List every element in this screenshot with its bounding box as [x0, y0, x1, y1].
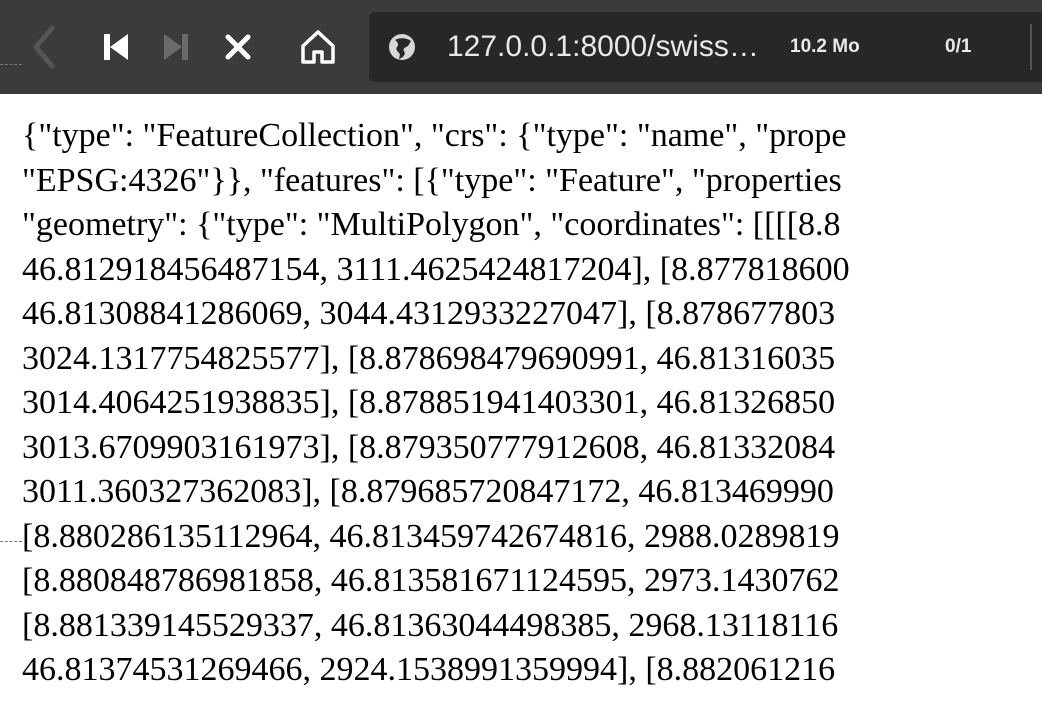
- json-line: [8.880848786981858, 46.813581671124595, …: [22, 562, 840, 599]
- json-line: 46.81374531269466, 2924.1538991359994], …: [22, 651, 836, 688]
- url-text[interactable]: 127.0.0.1:8000/swiss…: [447, 0, 759, 94]
- json-line: [8.881339145529337, 46.81363044498385, 2…: [22, 606, 839, 644]
- file-size-label: 10.2 Mo: [790, 36, 860, 57]
- json-line: 3013.6709903161973], [8.879350777912608,…: [22, 428, 836, 466]
- json-line: "EPSG:4326"}}, "features": [{"type": "Fe…: [22, 161, 842, 199]
- dashed-guide-line: [0, 541, 22, 542]
- json-line: 46.812918456487154, 3111.4625424817204],…: [22, 250, 850, 288]
- page-count-label: 0/1: [945, 36, 972, 57]
- skip-forward-icon[interactable]: [158, 0, 194, 94]
- json-line: 3014.4064251938835], [8.878851941403301,…: [22, 384, 836, 421]
- skip-back-icon[interactable]: [96, 0, 136, 94]
- home-icon[interactable]: [296, 0, 340, 94]
- close-icon[interactable]: [218, 0, 258, 94]
- browser-toolbar: 127.0.0.1:8000/swiss… 10.2 Mo 0/1: [0, 0, 1042, 94]
- json-line: 3011.360327362083], [8.879685720847172, …: [22, 473, 834, 510]
- globe-icon: [385, 0, 419, 94]
- json-text-block: {"type": "FeatureCollection", "crs": {"t…: [22, 114, 1042, 693]
- json-line: 3024.1317754825577], [8.878698479690991,…: [22, 339, 836, 377]
- json-line: [8.880286135112964, 46.813459742674816, …: [22, 517, 840, 555]
- json-line: {"type": "FeatureCollection", "crs": {"t…: [22, 117, 847, 154]
- chevron-left-icon[interactable]: [24, 0, 64, 94]
- json-line: "geometry": {"type": "MultiPolygon", "co…: [22, 206, 841, 243]
- dashed-guide-line: [0, 64, 22, 65]
- json-line: 46.81308841286069, 3044.4312933227047], …: [22, 295, 836, 332]
- toolbar-divider: [1030, 24, 1032, 70]
- json-viewer: {"type": "FeatureCollection", "crs": {"t…: [0, 94, 1042, 725]
